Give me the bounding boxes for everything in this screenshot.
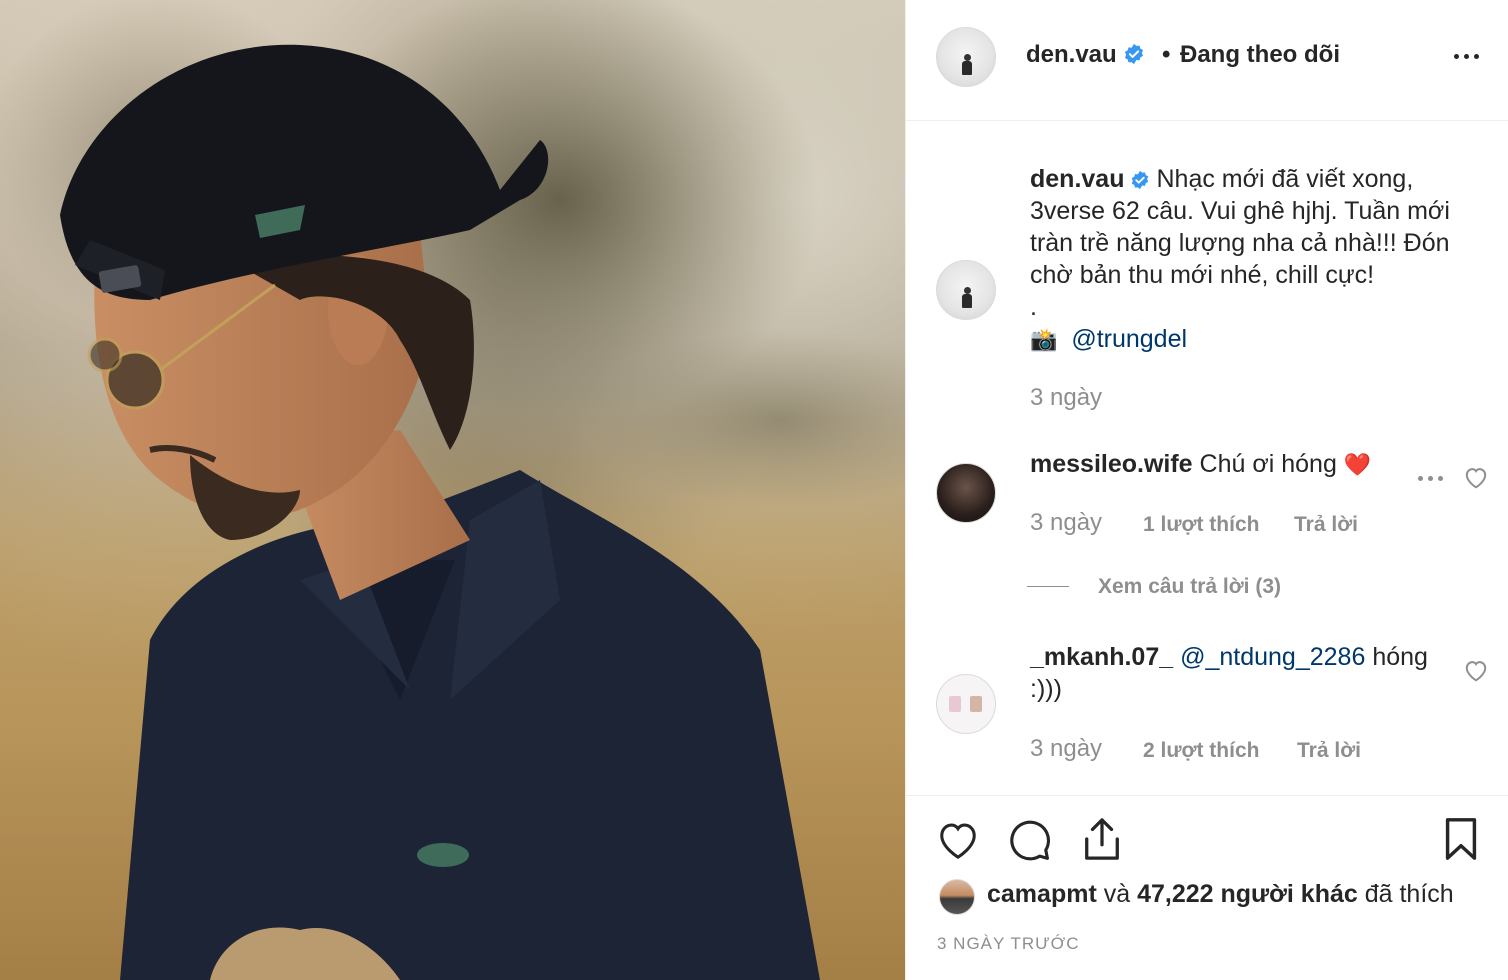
caption-mention[interactable]: @trungdel	[1071, 325, 1187, 353]
comment-username[interactable]: messileo.wife	[1030, 450, 1193, 478]
caption: den.vau Nhạc mới đã viết xong, 3verse 62 …	[1030, 163, 1490, 357]
comment-options-icon[interactable]	[1416, 474, 1446, 484]
comment-username[interactable]: _mkanh.07_	[1030, 643, 1173, 671]
post-header: den.vau • Đang theo dõi	[906, 0, 1508, 121]
reply-button[interactable]: Trả lời	[1297, 739, 1361, 763]
comment-likes-count[interactable]: 1 lượt thích	[1143, 513, 1259, 537]
comment-like-heart-icon[interactable]	[1463, 658, 1489, 682]
commenter-avatar[interactable]	[936, 463, 996, 523]
likes-connector: và	[1103, 880, 1131, 908]
header-separator: •	[1162, 41, 1171, 68]
post-timestamp[interactable]: 3 NGÀY TRƯỚC	[937, 934, 1080, 954]
likes-suffix: đã thích	[1364, 880, 1454, 908]
post-side-panel: den.vau • Đang theo dõi den.vau Nhạc mới …	[905, 0, 1508, 980]
comment-text: Chú ơi hóng	[1199, 450, 1337, 478]
comment-body: _mkanh.07_ @_ntdung_2286 hóng :)))	[1030, 641, 1450, 705]
verified-badge-icon	[1124, 43, 1143, 65]
more-options-icon[interactable]	[1451, 44, 1483, 68]
heart-icon[interactable]	[935, 818, 981, 860]
caption-dot: .	[1030, 293, 1037, 321]
comment-likes-count[interactable]: 2 lượt thích	[1143, 739, 1259, 763]
comment-body: messileo.wife Chú ơi hóng ❤️	[1030, 448, 1430, 482]
caption-author-avatar[interactable]	[936, 260, 996, 320]
caption-time[interactable]: 3 ngày	[1030, 384, 1102, 412]
commenter-avatar[interactable]	[936, 674, 996, 734]
share-icon[interactable]	[1081, 816, 1123, 862]
camera-emoji: 📸	[1030, 328, 1058, 353]
verified-badge-icon	[1132, 170, 1149, 190]
liker-avatar[interactable]	[939, 879, 975, 915]
author-avatar[interactable]	[936, 27, 996, 87]
comment-mention[interactable]: @_ntdung_2286	[1180, 643, 1365, 671]
liker-username[interactable]: camapmt	[987, 880, 1097, 908]
caption-username[interactable]: den.vau	[1030, 165, 1124, 193]
likes-count[interactable]: 47,222 người khác	[1137, 880, 1358, 908]
author-username[interactable]: den.vau	[1026, 41, 1145, 69]
reply-button[interactable]: Trả lời	[1294, 513, 1358, 537]
likes-summary[interactable]: camapmt và 47,222 người khác đã thích	[987, 880, 1454, 909]
view-replies-button[interactable]: Xem câu trả lời (3)	[1098, 575, 1281, 599]
heart-emoji: ❤️	[1343, 453, 1372, 478]
bookmark-icon[interactable]	[1443, 816, 1479, 862]
comment-time[interactable]: 3 ngày	[1030, 735, 1102, 763]
comment-time[interactable]: 3 ngày	[1030, 509, 1102, 537]
photo-illustration	[0, 0, 905, 980]
post-photo[interactable]	[0, 0, 905, 980]
replies-divider	[1027, 586, 1069, 587]
comment-icon[interactable]	[1008, 818, 1052, 862]
following-button[interactable]: Đang theo dõi	[1180, 41, 1340, 69]
comment-like-heart-icon[interactable]	[1463, 465, 1489, 489]
